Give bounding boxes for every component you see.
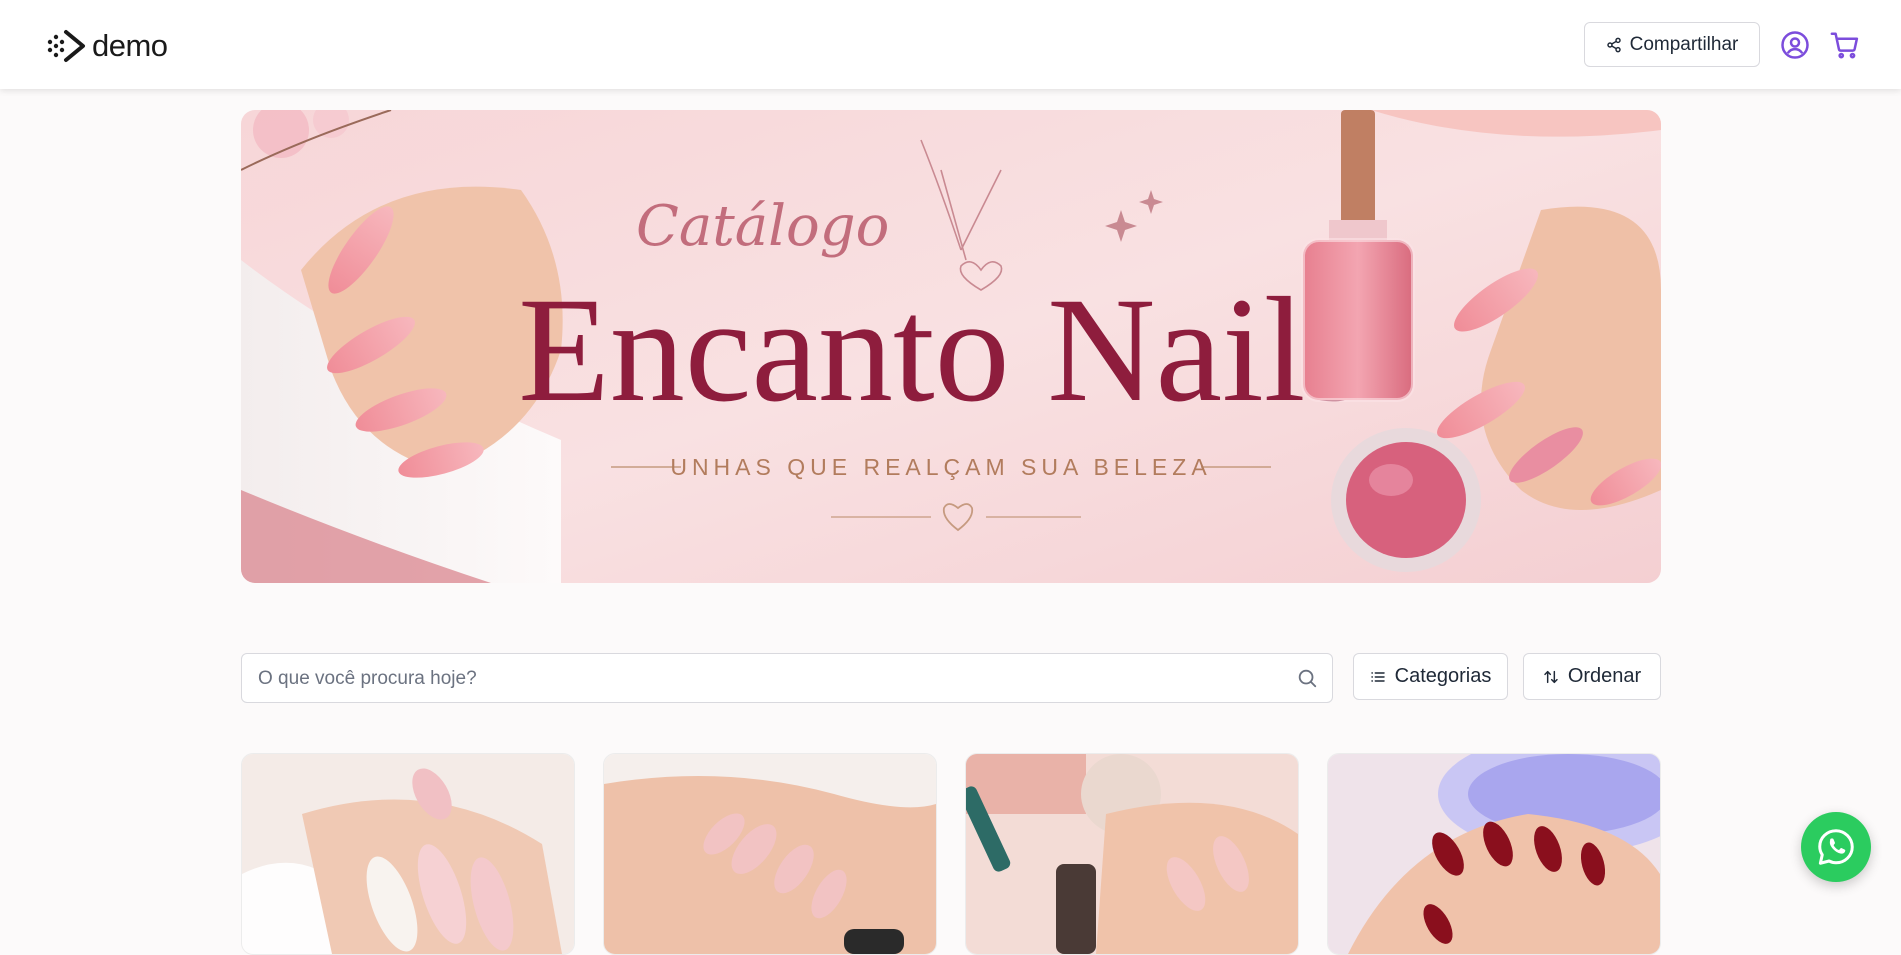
banner-tagline: UNHAS QUE REALÇAM SUA BELEZA xyxy=(670,454,1211,480)
search-input[interactable] xyxy=(256,654,1280,704)
product-card[interactable] xyxy=(603,753,937,955)
product-image-nail-oil-application xyxy=(966,754,1298,954)
logo[interactable]: demo xyxy=(46,28,168,64)
product-card[interactable] xyxy=(241,753,575,955)
top-navbar: demo Compartilhar xyxy=(0,0,1901,89)
categories-button-label: Categorias xyxy=(1394,665,1492,687)
list-icon xyxy=(1370,671,1385,682)
logo-text: demo xyxy=(92,28,168,63)
categories-button[interactable]: Categorias xyxy=(1353,653,1508,700)
search-box[interactable] xyxy=(241,653,1333,704)
share-button-label: Compartilhar xyxy=(1629,33,1739,55)
search-icon[interactable] xyxy=(1296,667,1318,689)
cart-icon[interactable] xyxy=(1830,30,1860,60)
product-card[interactable] xyxy=(1327,753,1661,955)
product-image-burgundy-nails-uv-lamp xyxy=(1328,754,1660,954)
sort-button-label: Ordenar xyxy=(1567,665,1642,687)
banner-image: Catálogo Encanto Nails UNHAS QUE REALÇAM… xyxy=(241,110,1661,583)
share-button[interactable]: Compartilhar xyxy=(1584,22,1760,67)
whatsapp-button[interactable] xyxy=(1801,812,1871,882)
product-image-nude-almond-nails xyxy=(242,754,574,954)
whatsapp-icon xyxy=(1818,829,1854,865)
sort-arrows-icon xyxy=(1544,670,1558,683)
sort-button[interactable]: Ordenar xyxy=(1523,653,1661,700)
logo-mark-icon xyxy=(47,30,85,62)
hero-banner[interactable]: Catálogo Encanto Nails UNHAS QUE REALÇAM… xyxy=(241,110,1661,583)
user-icon[interactable] xyxy=(1780,30,1810,60)
share-icon xyxy=(1606,37,1621,52)
banner-script-title: Catálogo xyxy=(636,194,889,259)
banner-title: Encanto Nails xyxy=(518,267,1364,433)
product-image-natural-pink-nails xyxy=(604,754,936,954)
search-filter-row: Categorias Ordenar xyxy=(241,653,1661,704)
product-card[interactable] xyxy=(965,753,1299,955)
